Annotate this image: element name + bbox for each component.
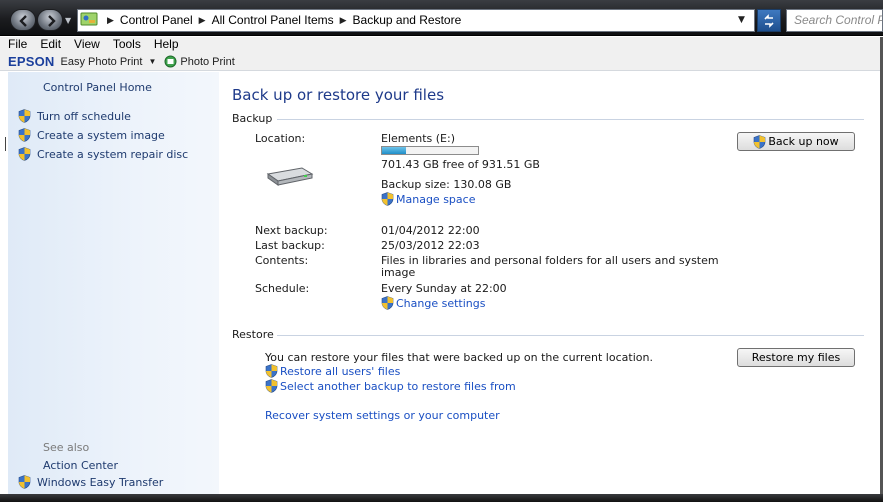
back-button[interactable] xyxy=(10,9,36,31)
recover-system-settings-label: Recover system settings or your computer xyxy=(265,409,500,422)
turn-off-schedule-link[interactable]: Turn off schedule xyxy=(18,109,131,123)
external-drive-icon xyxy=(266,167,314,186)
menu-file[interactable]: File xyxy=(8,37,27,53)
restore-section-divider xyxy=(277,335,864,336)
epson-toolbar: EPSON Easy Photo Print ▼ Photo Print xyxy=(0,53,883,71)
backup-section-heading: Backup xyxy=(232,112,273,125)
restore-description: You can restore your files that were bac… xyxy=(265,351,653,364)
create-repair-disc-link[interactable]: Create a system repair disc xyxy=(18,147,188,161)
location-label: Location: xyxy=(255,132,306,145)
uac-shield-icon xyxy=(754,134,766,149)
arrow-left-icon xyxy=(19,15,27,27)
last-backup-value: 25/03/2012 22:03 xyxy=(381,239,480,252)
last-backup-label: Last backup: xyxy=(255,239,325,252)
action-center-link[interactable]: Action Center xyxy=(43,459,118,472)
uac-shield-icon xyxy=(265,379,278,393)
breadcrumb-separator-icon[interactable]: ▶ xyxy=(340,15,347,26)
address-dropdown-icon[interactable]: ▼ xyxy=(738,15,745,25)
uac-shield-icon xyxy=(18,109,31,123)
restore-all-users-label: Restore all users' files xyxy=(280,364,401,378)
main-content: Back up or restore your files Backup Loc… xyxy=(219,72,883,494)
uac-shield-icon xyxy=(265,364,278,378)
disk-usage-bar xyxy=(381,146,479,155)
manage-space-link[interactable]: Manage space xyxy=(381,192,475,206)
resize-marker xyxy=(5,137,6,151)
breadcrumb-control-panel[interactable]: Control Panel xyxy=(120,13,193,27)
next-backup-label: Next backup: xyxy=(255,224,328,237)
create-system-image-link[interactable]: Create a system image xyxy=(18,128,165,142)
uac-shield-icon xyxy=(381,296,394,310)
disk-usage-fill xyxy=(382,147,406,154)
location-value: Elements (E:) xyxy=(381,132,456,145)
easy-photo-print-button[interactable]: Easy Photo Print xyxy=(61,56,143,68)
search-input[interactable]: Search Control Pa xyxy=(786,9,883,32)
photo-print-button[interactable]: Photo Print xyxy=(180,56,234,68)
restore-my-files-button[interactable]: Restore my files xyxy=(737,348,855,367)
left-nav-pane: Control Panel Home Turn off schedule Cre… xyxy=(8,72,219,494)
uac-shield-icon xyxy=(18,128,31,142)
change-settings-link[interactable]: Change settings xyxy=(381,296,485,310)
select-another-backup-label: Select another backup to restore files f… xyxy=(280,379,516,393)
uac-shield-icon xyxy=(18,475,31,489)
menu-tools[interactable]: Tools xyxy=(113,37,141,53)
recover-system-settings-link[interactable]: Recover system settings or your computer xyxy=(265,409,500,422)
page-title: Back up or restore your files xyxy=(232,86,445,104)
create-repair-disc-label: Create a system repair disc xyxy=(37,147,189,161)
change-settings-label: Change settings xyxy=(396,296,486,310)
windows-easy-transfer-label: Windows Easy Transfer xyxy=(37,475,164,489)
schedule-label: Schedule: xyxy=(255,282,310,295)
contents-value-line1: Files in libraries and personal folders … xyxy=(381,254,719,267)
see-also-heading: See also xyxy=(43,441,90,454)
control-panel-icon xyxy=(80,12,98,26)
free-space-text: 701.43 GB free of 931.51 GB xyxy=(381,158,540,171)
history-dropdown-icon[interactable]: ▼ xyxy=(65,16,71,25)
breadcrumb: ▶ Control Panel ▶ All Control Panel Item… xyxy=(101,12,461,28)
next-backup-value: 01/04/2012 22:00 xyxy=(381,224,480,237)
arrow-right-icon xyxy=(48,15,56,27)
menu-bar: File Edit View Tools Help xyxy=(0,37,883,53)
create-system-image-label: Create a system image xyxy=(37,128,165,142)
contents-value-line2: image xyxy=(381,266,416,279)
refresh-icon xyxy=(764,14,774,28)
back-up-now-button[interactable]: Back up now xyxy=(737,132,855,151)
control-panel-home-link[interactable]: Control Panel Home xyxy=(43,81,152,94)
contents-label: Contents: xyxy=(255,254,309,267)
restore-my-files-label: Restore my files xyxy=(751,351,841,364)
breadcrumb-separator-icon[interactable]: ▶ xyxy=(199,15,206,26)
select-another-backup-link[interactable]: Select another backup to restore files f… xyxy=(265,379,516,393)
schedule-value: Every Sunday at 22:00 xyxy=(381,282,507,295)
window-left-edge xyxy=(0,72,8,494)
breadcrumb-all-items[interactable]: All Control Panel Items xyxy=(212,13,334,27)
forward-button[interactable] xyxy=(37,9,63,31)
turn-off-schedule-label: Turn off schedule xyxy=(37,109,131,123)
window-bottom-frame xyxy=(0,494,883,502)
epson-logo: EPSON xyxy=(8,54,55,69)
menu-view[interactable]: View xyxy=(74,37,100,53)
backup-size-text: Backup size: 130.08 GB xyxy=(381,178,512,191)
easy-photo-print-dropdown-icon[interactable]: ▼ xyxy=(148,57,156,66)
address-bar: ▼ ▶ Control Panel ▶ All Control Panel It… xyxy=(0,0,883,36)
uac-shield-icon xyxy=(18,147,31,161)
uac-shield-icon xyxy=(381,192,394,206)
back-up-now-label: Back up now xyxy=(768,135,839,148)
restore-all-users-link[interactable]: Restore all users' files xyxy=(265,364,400,378)
breadcrumb-separator-icon[interactable]: ▶ xyxy=(107,15,114,26)
windows-easy-transfer-link[interactable]: Windows Easy Transfer xyxy=(18,475,163,489)
manage-space-label: Manage space xyxy=(396,192,476,206)
refresh-button[interactable] xyxy=(757,9,781,32)
backup-section-divider xyxy=(277,119,864,120)
menu-edit[interactable]: Edit xyxy=(40,37,61,53)
photo-print-icon xyxy=(164,55,177,68)
menu-help[interactable]: Help xyxy=(154,37,179,53)
breadcrumb-backup-restore[interactable]: Backup and Restore xyxy=(353,13,462,27)
restore-section-heading: Restore xyxy=(232,328,274,341)
